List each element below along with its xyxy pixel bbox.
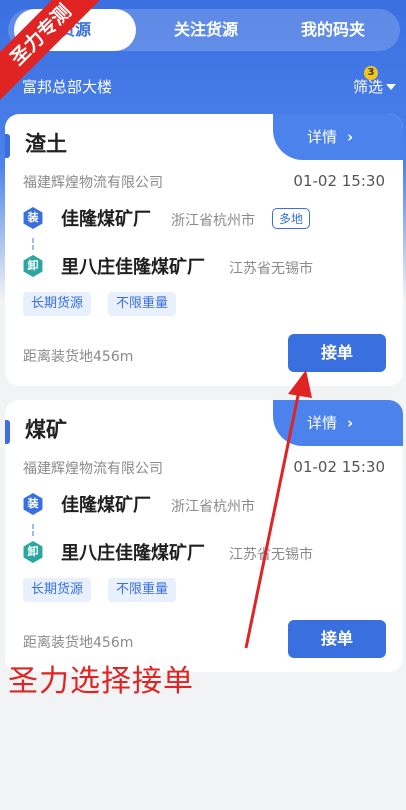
tab-my-code-folder[interactable]: 我的码夹	[272, 9, 394, 51]
unload-icon: 卸	[23, 541, 43, 563]
company-name: 福建辉煌物流有限公司	[23, 175, 163, 191]
annotation-caption: 圣力选择接单	[8, 664, 194, 699]
publish-time: 01-02 15:30	[293, 172, 385, 190]
current-location[interactable]: 富邦总部大楼	[22, 76, 112, 97]
filter-button[interactable]: 筛选 3	[353, 66, 396, 97]
accept-order-button[interactable]: 接单	[288, 620, 386, 658]
route-connector	[32, 524, 34, 536]
publish-time: 01-02 15:30	[293, 458, 385, 476]
tag-long-term: 长期货源	[23, 578, 92, 602]
tag-long-term: 长期货源	[23, 292, 92, 316]
filter-count-badge: 3	[364, 66, 378, 80]
load-place-name: 佳隆煤矿厂	[61, 209, 151, 230]
tab-followed-cargo[interactable]: 关注货源	[145, 9, 267, 51]
distance-to-load: 距离装货地456m	[23, 635, 134, 651]
unload-region: 江苏省无锡市	[229, 547, 313, 563]
distance-to-load: 距离装货地456m	[23, 349, 134, 365]
load-icon: 装	[23, 493, 43, 515]
details-label: 详情	[307, 128, 338, 146]
route-connector	[32, 238, 34, 250]
cargo-title: 煤矿	[25, 418, 67, 442]
load-region: 浙江省杭州市	[171, 213, 255, 229]
load-region: 浙江省杭州市	[171, 499, 255, 515]
card-accent-bar	[5, 134, 10, 158]
unload-place-name: 里八庄佳隆煤矿厂	[61, 543, 205, 564]
tag-unlimited-weight: 不限重量	[108, 292, 177, 316]
tag-unlimited-weight: 不限重量	[108, 578, 177, 602]
unload-icon: 卸	[23, 255, 43, 277]
company-name: 福建辉煌物流有限公司	[23, 461, 163, 477]
chevron-right-icon: ›	[347, 128, 354, 146]
cargo-card[interactable]: 煤矿 详情 › 福建辉煌物流有限公司 01-02 15:30 装 佳隆煤矿厂 浙江…	[5, 400, 403, 672]
unload-place-name: 里八庄佳隆煤矿厂	[61, 257, 205, 278]
caret-down-icon	[386, 83, 396, 90]
accept-order-button[interactable]: 接单	[288, 334, 386, 372]
details-button[interactable]: 详情 ›	[273, 400, 403, 446]
details-label: 详情	[307, 414, 338, 432]
unload-region: 江苏省无锡市	[229, 261, 313, 277]
multi-location-tag: 多地	[272, 208, 311, 229]
details-button[interactable]: 详情 ›	[273, 114, 403, 160]
load-place-name: 佳隆煤矿厂	[61, 495, 151, 516]
load-icon: 装	[23, 207, 43, 229]
chevron-right-icon: ›	[347, 414, 354, 432]
cargo-title: 渣土	[25, 132, 67, 156]
cargo-card[interactable]: 渣土 详情 › 福建辉煌物流有限公司 01-02 15:30 装 佳隆煤矿厂 浙江…	[5, 114, 403, 386]
card-accent-bar	[5, 420, 10, 444]
